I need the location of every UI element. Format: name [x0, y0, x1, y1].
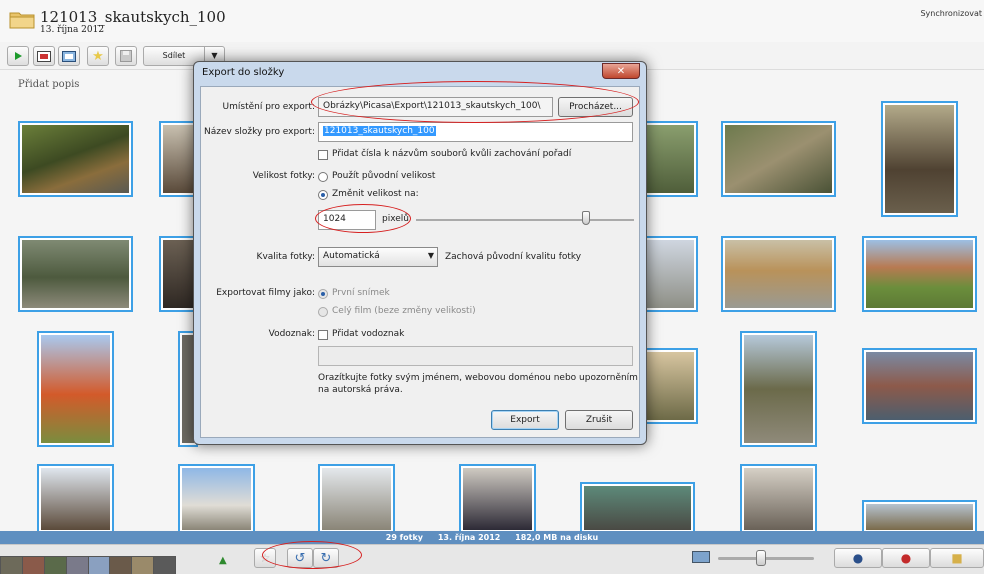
- quality-value: Automatická: [323, 251, 380, 261]
- size-label: Velikost fotky:: [252, 171, 315, 181]
- photo-thumbnail[interactable]: [643, 236, 698, 312]
- add-watermark-label: Přidat vodoznak: [332, 329, 405, 339]
- folder-name-label: Název složky pro export:: [204, 127, 315, 137]
- collage-button[interactable]: [58, 46, 80, 66]
- folder-name-input[interactable]: 121013_skautskych_100: [318, 122, 633, 142]
- people-button[interactable]: ●: [834, 548, 882, 568]
- star-tray-button[interactable]: ☆: [254, 548, 276, 568]
- photo-thumbnail[interactable]: [18, 236, 133, 312]
- photo-thumbnail[interactable]: [37, 464, 114, 534]
- photo-thumbnail[interactable]: [459, 464, 536, 534]
- save-button[interactable]: [115, 46, 137, 66]
- rotate-right-icon: ↻: [320, 550, 332, 566]
- size-slider-track[interactable]: [416, 219, 634, 221]
- photo-thumbnail[interactable]: [178, 464, 255, 534]
- photo-thumbnail[interactable]: [643, 121, 698, 197]
- save-icon: [120, 50, 132, 62]
- photo-thumbnail[interactable]: [721, 121, 836, 197]
- bottom-panel: ▲ ☆ ↺ ↻ ● ● ■: [0, 544, 984, 574]
- cancel-button[interactable]: Zrušit: [565, 410, 633, 430]
- location-label: Umístění pro export:: [222, 102, 315, 112]
- photo-thumbnail[interactable]: [18, 121, 133, 197]
- location-field: Obrázky\Picasa\Export\121013_skautskych_…: [318, 97, 553, 117]
- photo-thumbnail[interactable]: [740, 331, 817, 447]
- photo-count: 29 fotky: [385, 533, 424, 542]
- resize-radio[interactable]: [318, 190, 328, 200]
- size-slider-handle[interactable]: [582, 211, 591, 225]
- first-frame-label: První snímek: [332, 288, 390, 298]
- rotate-left-button[interactable]: ↺: [287, 548, 313, 568]
- add-caption-link[interactable]: Přidat popis: [18, 79, 79, 90]
- rotate-right-button[interactable]: ↻: [313, 548, 339, 568]
- browse-button[interactable]: Procházet...: [558, 97, 633, 117]
- tags-button[interactable]: ■: [930, 548, 984, 568]
- quality-label: Kvalita fotky:: [256, 252, 315, 262]
- photo-thumbnail[interactable]: [862, 348, 977, 424]
- photo-thumbnail[interactable]: [881, 101, 958, 217]
- slideshow-button[interactable]: [33, 46, 55, 66]
- status-date: 13. října 2012: [437, 533, 501, 542]
- export-button[interactable]: Export: [491, 410, 559, 430]
- sync-button[interactable]: Synchronizovat: [920, 9, 982, 18]
- status-bar: 29 fotky 13. října 2012 182,0 MB na disk…: [0, 531, 984, 544]
- zoom-thumbnail-icon: [692, 551, 710, 563]
- photo-thumbnail[interactable]: [740, 464, 817, 534]
- first-frame-radio[interactable]: [318, 289, 328, 299]
- watermark-hint: Orazítkujte fotky svým jménem, webovou d…: [318, 373, 638, 395]
- full-movie-radio[interactable]: [318, 307, 328, 317]
- tag-icon: ■: [951, 551, 963, 565]
- album-date: 13. října 2012: [40, 25, 105, 35]
- watermark-label: Vodoznak:: [268, 329, 315, 339]
- album-title[interactable]: 121013_skautskych_100: [40, 8, 226, 26]
- resize-input[interactable]: 1024: [318, 210, 376, 230]
- use-original-radio[interactable]: [318, 172, 328, 182]
- disk-size: 182,0 MB na disku: [515, 533, 599, 542]
- location-pin-icon: ●: [900, 551, 912, 565]
- photo-thumbnail[interactable]: [37, 331, 114, 447]
- close-icon: ✕: [616, 66, 626, 77]
- quality-hint: Zachová původní kvalitu fotky: [445, 252, 582, 262]
- export-dialog: Export do složky ✕ Umístění pro export: …: [193, 61, 647, 445]
- photo-thumbnail[interactable]: [862, 236, 977, 312]
- full-movie-label: Celý film (beze změny velikosti): [332, 306, 476, 316]
- pixels-label: pixelů: [382, 214, 410, 224]
- tray-add-icon[interactable]: ▲: [219, 553, 233, 567]
- photo-tray[interactable]: [0, 556, 176, 574]
- collage-icon: [62, 50, 76, 62]
- star-icon: ★: [92, 48, 104, 64]
- star-icon: ☆: [259, 551, 271, 565]
- zoom-slider-handle[interactable]: [756, 550, 767, 566]
- rotate-left-icon: ↺: [294, 550, 306, 566]
- add-numbers-label: Přidat čísla k názvům souborů kvůli zach…: [332, 149, 572, 159]
- places-button[interactable]: ●: [882, 548, 930, 568]
- photo-thumbnail[interactable]: [318, 464, 395, 534]
- folder-name-value: 121013_skautskych_100: [323, 126, 436, 136]
- chevron-down-icon: ▼: [427, 251, 434, 260]
- play-slideshow-button[interactable]: [7, 46, 29, 66]
- picasa-window: 121013_skautskych_100 13. října 2012 Syn…: [0, 0, 984, 574]
- photo-thumbnail[interactable]: [643, 348, 698, 424]
- person-icon: ●: [852, 551, 864, 565]
- add-watermark-checkbox[interactable]: [318, 330, 328, 340]
- watermark-input[interactable]: [318, 346, 633, 366]
- photo-thumbnail[interactable]: [862, 500, 977, 534]
- photo-thumbnail[interactable]: [580, 482, 695, 534]
- dialog-title: Export do složky: [202, 67, 285, 78]
- add-numbers-checkbox[interactable]: [318, 150, 328, 160]
- quality-select[interactable]: Automatická ▼: [318, 247, 438, 267]
- star-button[interactable]: ★: [87, 46, 109, 66]
- folder-icon: [9, 12, 35, 29]
- photo-thumbnail[interactable]: [721, 236, 836, 312]
- slideshow-icon: [37, 50, 51, 62]
- chevron-down-icon: ▼: [211, 51, 218, 60]
- close-button[interactable]: ✕: [602, 63, 640, 79]
- album-header: 121013_skautskych_100 13. října 2012 Syn…: [0, 0, 984, 42]
- play-icon: [15, 52, 22, 60]
- movies-label: Exportovat filmy jako:: [216, 288, 315, 298]
- use-original-label: Použít původní velikost: [332, 171, 436, 181]
- dialog-body: Umístění pro export: Obrázky\Picasa\Expo…: [200, 86, 640, 438]
- resize-label: Změnit velikost na:: [332, 189, 419, 199]
